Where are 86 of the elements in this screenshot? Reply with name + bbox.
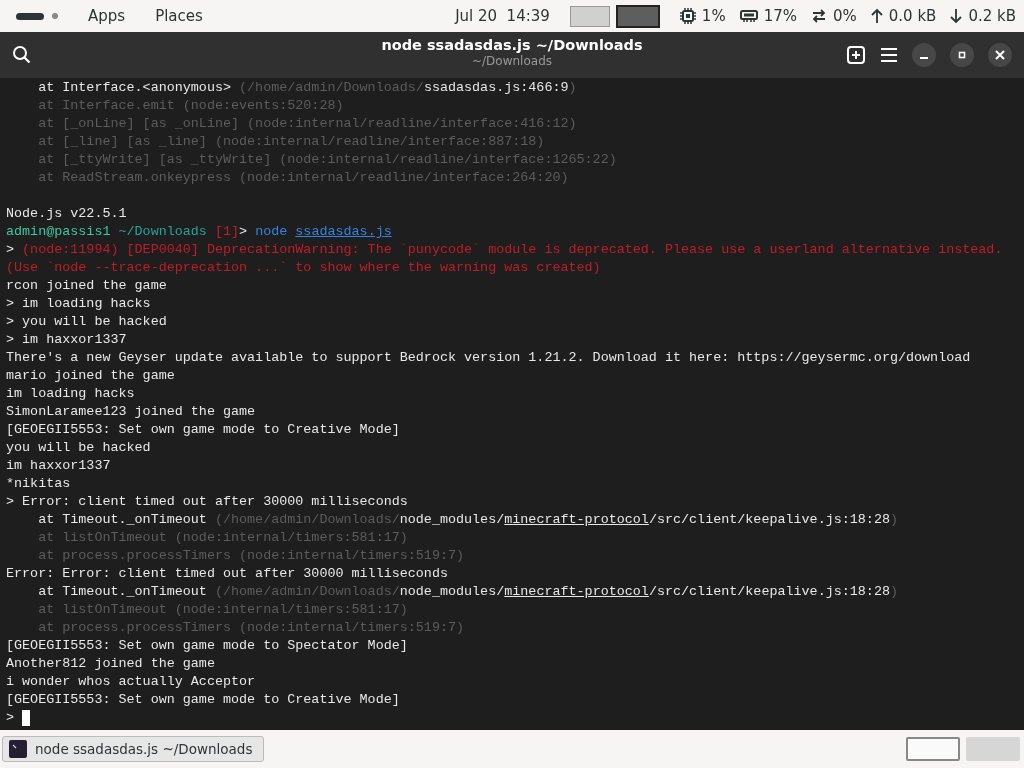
terminal-text: at Timeout._onTimeout [37,511,208,529]
top-menu[interactable]: Apps [88,7,126,25]
terminal-text: at [_ttyWrite] [as _ttyWrite] (node:internal/readline/interface:1265:22) [37,151,617,169]
clock[interactable]: Jul 20 14:39 [455,7,550,25]
terminal-text: Error: Error: client timed out after 30000 milliseconds [6,565,448,583]
terminal-text: SimonLaramee123 joined the game [6,403,256,421]
terminal-text: at process.processTimers (node:internal/timers:519:7) [37,619,465,637]
prompt-user: admin@passis1 [6,223,111,241]
terminal-text: [GEOEGII5553: Set own game mode to Spectator Mode] [6,637,408,655]
terminal-text: ) [889,583,898,601]
menu-icon[interactable] [880,47,898,63]
warning-text: (Use `node --trace-deprecation ...` to show where the warning was created) [6,259,601,277]
close-icon [995,50,1005,60]
terminal-text: at Interface.emit (node:events:520:28) [37,97,344,115]
indicator-value: 0.2 kB [968,7,1016,25]
terminal-link[interactable]: minecraft-protocol [504,511,649,529]
terminal-text: at Interface.<anonymous> [37,79,232,97]
terminal-text: at ReadStream.onkeypress (node:internal/readline/interface:264:20) [37,169,569,187]
indicator-value: 1% [701,7,726,25]
terminal-text: at process.processTimers (node:internal/timers:519:7) [37,547,465,565]
terminal-text: > im haxxor1337 [6,331,127,349]
memory-icon [739,9,758,23]
terminal-text: Another812 joined the game [6,655,215,673]
warning-text: (node:11994) [DEP0040] DeprecationWarning: The `punycode` module is deprecated. Please use a userland alternative instead. [22,241,1003,259]
terminal-text: Node.js v22.5.1 [6,205,127,223]
terminal-icon [9,740,27,758]
terminal-text: rcon joined the game [6,277,167,295]
minimize-button[interactable] [912,43,936,67]
warning-text: [1] [213,223,240,241]
terminal-text: ) [889,511,898,529]
swap-arrows-icon [811,8,827,24]
new-tab-icon[interactable] [846,45,866,65]
terminal-text: /src/client/keepalive.js:18:28 [648,583,890,601]
terminal-text: *nikitas [6,475,71,493]
workspace-thumbnail[interactable] [615,4,660,28]
terminal-text: at [_onLine] [as _onLine] (node:internal/readline/interface:416:12) [37,115,577,133]
down-arrow-icon [950,8,963,24]
terminal-text: at Timeout._onTimeout [37,583,208,601]
terminal-text: ssadasdas.js:466:9 [423,79,569,97]
close-button[interactable] [988,43,1012,67]
maximize-button[interactable] [950,43,974,67]
terminal-text: ) [568,79,577,97]
terminal-text: you will be hacked [6,439,151,457]
terminal-text: i wonder whos actually Acceptor [6,673,256,691]
indicator-value: 17% [763,7,797,25]
workspace-thumbnail[interactable] [569,5,610,27]
terminal-text: (/home/admin/Downloads/ [214,583,400,601]
chip-icon [679,8,696,24]
terminal-text: im haxxor1337 [6,457,111,475]
maximize-icon [957,50,967,60]
terminal-text: /src/client/keepalive.js:18:28 [648,511,890,529]
prompt-path: ~/Downloads [117,223,207,241]
indicator-value: 0.0 kB [888,7,937,25]
window-title: node ssadasdas.js ~/Downloads [381,37,643,53]
terminal-text: [GEOEGII5553: Set own game mode to Creative Mode] [6,421,400,439]
terminal-text: at listOnTimeout (node:internal/timers:581:17) [37,529,408,547]
terminal-text: > you will be hacked [6,313,167,331]
terminal-text: > [6,241,16,259]
terminal-text: node_modules/ [399,583,505,601]
terminal-text: > im loading hacks [6,295,151,313]
terminal-text: > Error: client timed out after 30000 milliseconds [6,493,408,511]
file-link[interactable]: ssadasdas.js [295,223,392,241]
terminal-text: im loading hacks [6,385,135,403]
terminal-text: > [239,223,249,241]
terminal-text: (/home/admin/Downloads/ [239,79,424,97]
terminal-text: node_modules/ [399,511,505,529]
workspace-dot[interactable] [52,13,58,19]
command-text: node [255,223,289,241]
workspace-button[interactable] [906,737,960,761]
terminal-text: at [_line] [as _line] (node:internal/readline/interface:887:18) [37,133,545,151]
task-button[interactable]: node ssadasdas.js ~/Downloads [2,736,264,762]
terminal-text: at listOnTimeout (node:internal/timers:581:17) [37,601,408,619]
window-subtitle: ~/Downloads [472,54,552,68]
indicator-value: 0% [833,7,857,25]
terminal-text: mario joined the game [6,367,175,385]
top-menu[interactable]: Places [155,7,203,25]
activities-indicator[interactable] [16,12,44,20]
terminal-link[interactable]: minecraft-protocol [504,583,649,601]
terminal-text: There's a new Geyser update available to support Bedrock version 1.21.2. Download it here: https://geysermc.org/download [6,349,971,367]
minimize-icon [919,57,929,59]
text-cursor [22,710,31,726]
prompt-symbol: > [6,709,15,727]
up-arrow-icon [870,8,883,24]
search-icon[interactable] [12,45,32,65]
terminal-text: [GEOEGII5553: Set own game mode to Creative Mode] [6,691,400,709]
terminal-text: (/home/admin/Downloads/ [214,511,400,529]
